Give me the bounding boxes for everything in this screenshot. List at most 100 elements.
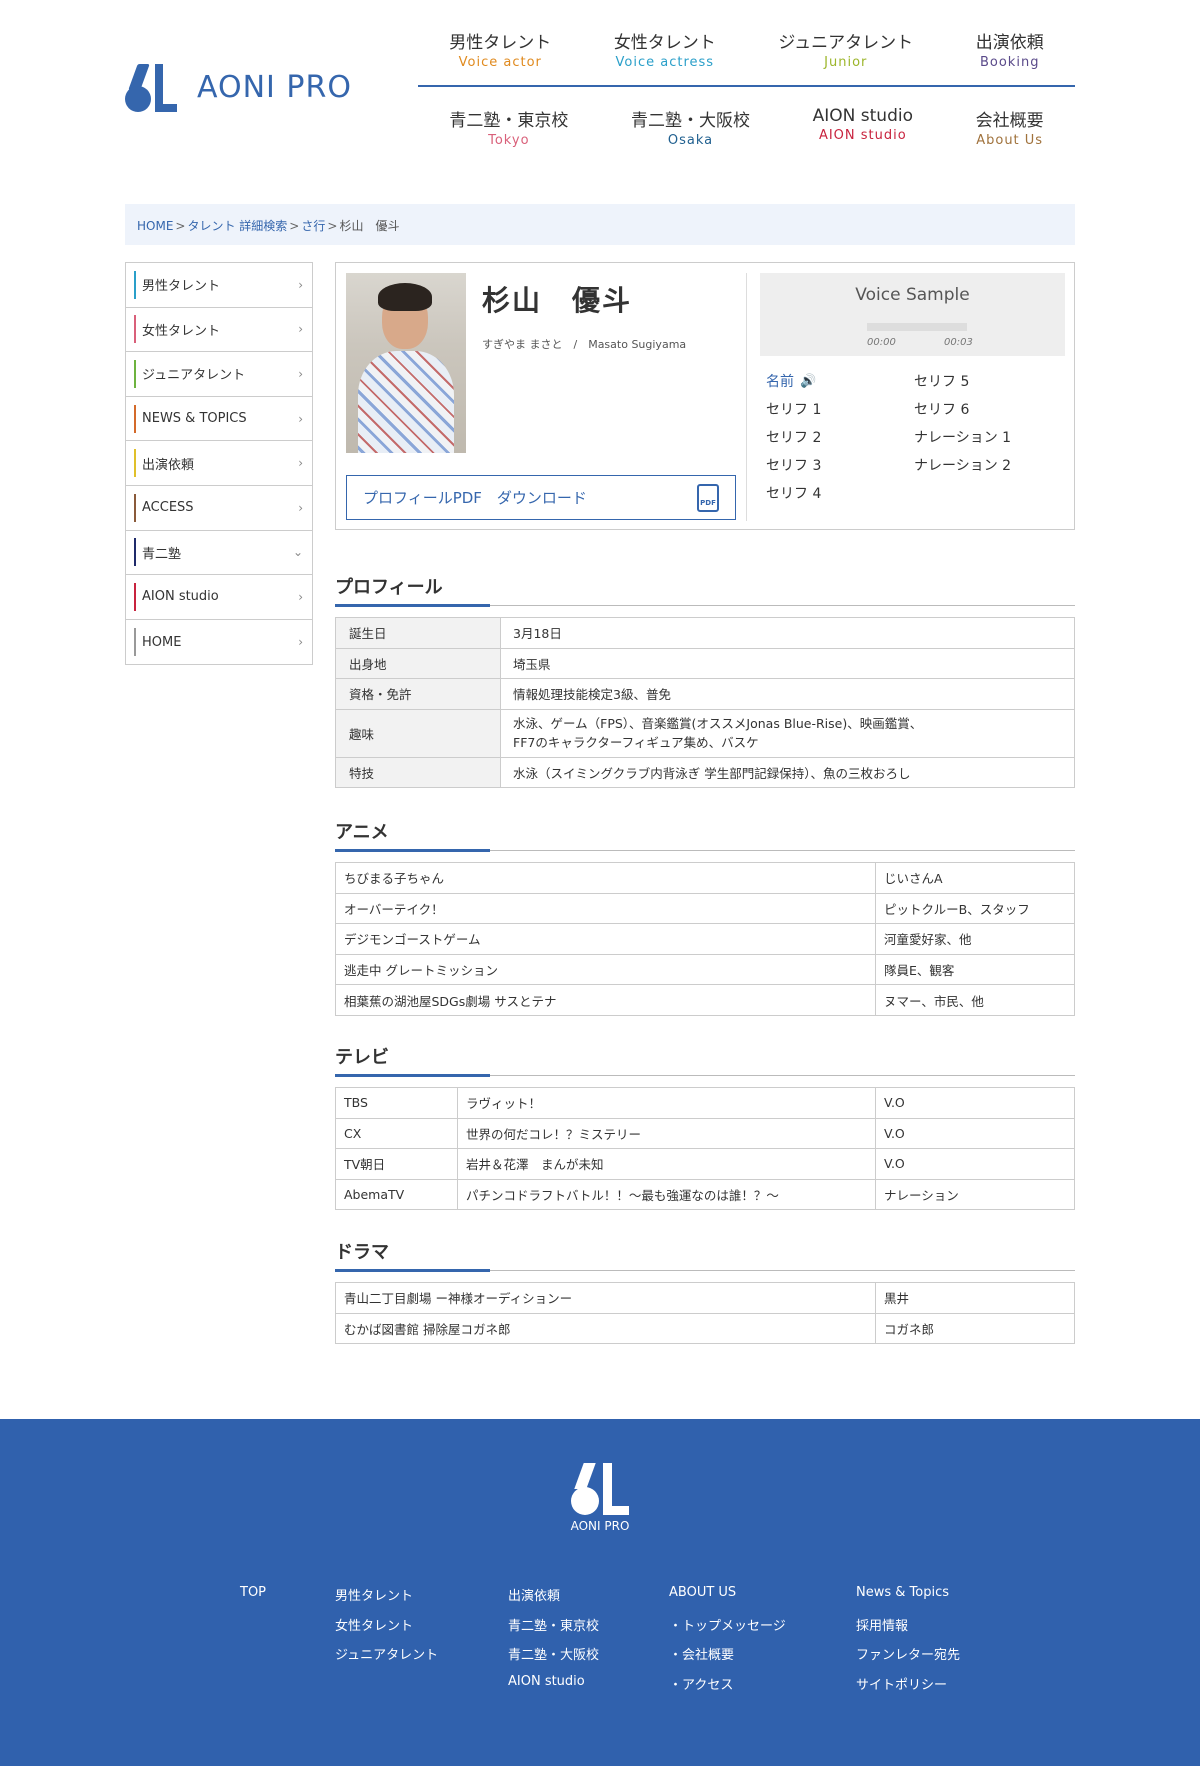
sidebar-item-booking[interactable]: 出演依頼 › [126, 441, 312, 486]
sidebar-item-news[interactable]: NEWS & TOPICS › [126, 397, 312, 442]
footer-link[interactable]: 青二塾・東京校 [508, 1615, 599, 1645]
footer-link[interactable]: AION studio [508, 1674, 599, 1704]
footer-link[interactable]: ファンレター宛先 [856, 1644, 960, 1674]
sidebar-item-aonijuku[interactable]: 青二塾 ⌄ [126, 531, 312, 576]
work-role: コガネ郎 [875, 1312, 1075, 1345]
work-role: 河童愛好家、他 [875, 923, 1075, 955]
section-title-text: ドラマ [335, 1242, 389, 1263]
voice-item-line3[interactable]: セリフ 3 [766, 451, 914, 479]
sidebar-color-bar [134, 359, 136, 388]
footer-link[interactable]: サイトポリシー [856, 1674, 960, 1704]
voice-item-narration1[interactable]: ナレーション 1 [914, 423, 1062, 451]
voice-sample-player: Voice Sample 00:00 00:03 [760, 273, 1065, 356]
footer-col-4: ABOUT US ・トップメッセージ ・会社概要 ・アクセス [669, 1585, 786, 1704]
sidebar-item-label: 男性タレント [142, 279, 221, 295]
work-role: V.O [875, 1117, 1075, 1150]
tv-station: TBS [335, 1087, 458, 1119]
work-title: オーバーテイク！ [335, 892, 876, 925]
breadcrumb-group[interactable]: さ行 [301, 219, 325, 233]
profile-pdf-download-button[interactable]: プロフィールPDF ダウンロード PDF [346, 475, 736, 520]
footer-link[interactable]: 青二塾・大阪校 [508, 1644, 599, 1674]
main-nav-bottom: 青二塾・東京校 Tokyo 青二塾・大阪校 Osaka AION studio … [418, 106, 1075, 148]
nav-label-jp: 出演依頼 [975, 33, 1044, 53]
voice-item-line1[interactable]: セリフ 1 [766, 395, 914, 423]
sidebar-item-home[interactable]: HOME › [126, 620, 312, 665]
footer-link[interactable]: 採用情報 [856, 1615, 960, 1645]
chevron-right-icon: › [298, 322, 303, 337]
footer-link[interactable]: ・アクセス [669, 1674, 786, 1704]
footer-link-top[interactable]: TOP [240, 1585, 266, 1615]
sidebar-item-aion-studio[interactable]: AION studio › [126, 575, 312, 620]
profile-divider [746, 273, 747, 521]
footer-link[interactable]: 出演依頼 [508, 1585, 599, 1615]
work-title: 相葉蕉の湖池屋SDGs劇場 サスとテナ [335, 984, 876, 1016]
sidebar-item-junior-talent[interactable]: ジュニアタレント › [126, 352, 312, 397]
talent-photo [346, 273, 466, 453]
footer-link[interactable]: 女性タレント [335, 1615, 438, 1645]
nav-booking[interactable]: 出演依頼 Booking [976, 28, 1044, 70]
section-title-text: アニメ [335, 822, 389, 843]
section-underline [335, 1074, 490, 1077]
tv-station: CX [335, 1117, 458, 1150]
sidebar-item-female-talent[interactable]: 女性タレント › [126, 308, 312, 353]
logo-mark-icon [569, 1463, 631, 1515]
work-title: 岩井＆花澤 まんが未知 [457, 1148, 876, 1180]
site-logo[interactable]: AONI PRO [125, 62, 352, 112]
nav-label-en: About Us [976, 133, 1044, 148]
audio-progress-bar[interactable] [867, 323, 967, 331]
tv-table: TBS ラヴィット！ V.O CX 世界の何だコレ！？ミステリー V.O TV朝日 岩井＆… [335, 1087, 1075, 1211]
nav-junior-talent[interactable]: ジュニアタレント Junior [778, 28, 913, 70]
footer-link[interactable]: ・会社概要 [669, 1644, 786, 1674]
profile-table: 誕生日 3月18日 出身地 埼玉県 資格・免許 情報処理技能検定3級、普免 趣味 水泳、… [335, 617, 1075, 789]
footer-link[interactable]: ABOUT US [669, 1585, 786, 1615]
breadcrumb-home[interactable]: HOME [137, 219, 173, 233]
chevron-down-icon: ⌄ [292, 545, 303, 560]
main-nav-top: 男性タレント Voice actor 女性タレント Voice actress … [418, 28, 1075, 70]
work-role: ナレーション [875, 1178, 1075, 1211]
sidebar-item-label: 出演依頼 [142, 457, 195, 473]
breadcrumb-search[interactable]: タレント 詳細検索 [187, 219, 287, 233]
nav-male-talent[interactable]: 男性タレント Voice actor [449, 28, 551, 70]
nav-female-talent[interactable]: 女性タレント Voice actress [614, 28, 716, 70]
chevron-right-icon: › [298, 411, 303, 426]
footer-logo[interactable]: AONI PRO [567, 1463, 633, 1533]
table-row: 出身地 埼玉県 [335, 647, 1075, 680]
footer-link[interactable]: 男性タレント [335, 1585, 438, 1615]
pdf-button-label: プロフィールPDF ダウンロード [363, 489, 587, 507]
sidebar-item-male-talent[interactable]: 男性タレント › [126, 263, 312, 308]
audio-time-total: 00:03 [944, 337, 973, 348]
voice-item-line2[interactable]: セリフ 2 [766, 423, 914, 451]
talent-reading: すぎやま まさと / Masato Sugiyama [482, 338, 687, 351]
footer-link[interactable]: ・トップメッセージ [669, 1615, 786, 1645]
footer-col-5: News & Topics 採用情報 ファンレター宛先 サイトポリシー [856, 1585, 960, 1704]
table-row: TV朝日 岩井＆花澤 まんが未知 V.O [335, 1148, 1075, 1180]
sidebar-item-label: 青二塾 [142, 546, 182, 562]
voice-item-line6[interactable]: セリフ 6 [914, 395, 1062, 423]
nav-tokyo-school[interactable]: 青二塾・東京校 Tokyo [449, 106, 568, 148]
site-footer: AONI PRO TOP 男性タレント 女性タレント ジュニアタレント 出演依頼… [0, 1419, 1200, 1766]
nav-about-us[interactable]: 会社概要 About Us [976, 106, 1044, 148]
voice-item-narration2[interactable]: ナレーション 2 [914, 451, 1062, 479]
footer-link[interactable]: News & Topics [856, 1585, 960, 1615]
profile-value: 埼玉県 [500, 647, 1075, 680]
work-title: ラヴィット！ [457, 1087, 876, 1119]
drama-table: 青山二丁目劇場 ー神様オーディションー 黒井 むかば図書館 掃除屋コガネ郎 コガネ郎 [335, 1282, 1075, 1345]
section-title-anime: アニメ [335, 818, 1075, 852]
nav-divider [418, 85, 1075, 87]
nav-label-jp: AION studio [812, 106, 913, 126]
nav-osaka-school[interactable]: 青二塾・大阪校 Osaka [631, 106, 750, 148]
nav-aion-studio[interactable]: AION studio AION studio [813, 106, 913, 148]
chevron-right-icon: › [298, 366, 303, 381]
sidebar-item-label: HOME [142, 634, 182, 650]
talent-name: 杉山 優斗 [482, 284, 633, 317]
profile-value: 水泳、ゲーム（FPS）、音楽鑑賞(オススメJonas Blue-Rise)、映画… [500, 708, 1075, 758]
sidebar-item-access[interactable]: ACCESS › [126, 486, 312, 531]
sidebar-color-bar [134, 404, 136, 433]
chevron-right-icon: › [298, 456, 303, 471]
voice-item-line4[interactable]: セリフ 4 [766, 479, 914, 507]
work-role: 隊員E、観客 [875, 953, 1075, 986]
voice-item-name[interactable]: 名前 🔊 [766, 367, 914, 395]
voice-sample-title: Voice Sample [855, 285, 970, 305]
voice-item-line5[interactable]: セリフ 5 [914, 367, 1062, 395]
footer-link[interactable]: ジュニアタレント [335, 1644, 438, 1674]
